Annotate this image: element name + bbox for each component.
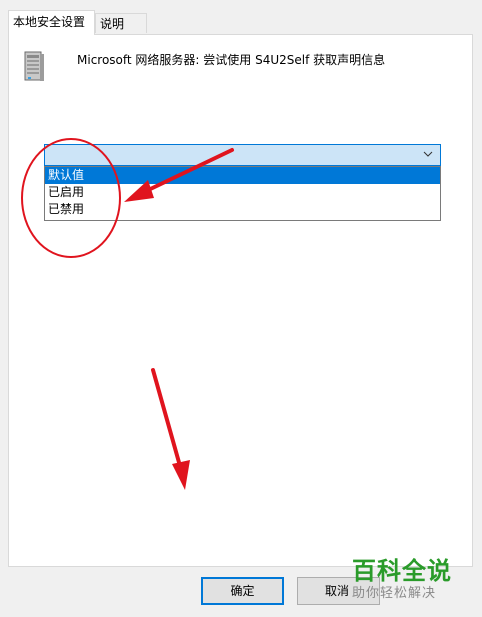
watermark: 百科全说 助你轻松解决 [352, 556, 472, 602]
server-icon [24, 51, 44, 81]
tab-explain[interactable]: 说明 [95, 13, 147, 33]
option-disabled[interactable]: 已禁用 [45, 201, 440, 218]
ok-button[interactable]: 确定 [201, 577, 284, 605]
watermark-title: 百科全说 [352, 557, 452, 585]
settings-panel: Microsoft 网络服务器: 尝试使用 S4U2Self 获取声明信息 默认… [8, 34, 473, 567]
watermark-subtitle: 助你轻松解决 [352, 586, 437, 601]
tab-local-security-setting[interactable]: 本地安全设置 [8, 10, 95, 35]
chevron-down-icon[interactable] [422, 148, 434, 160]
option-enabled[interactable]: 已启用 [45, 184, 440, 201]
option-default[interactable]: 默认值 [45, 167, 440, 184]
policy-title: Microsoft 网络服务器: 尝试使用 S4U2Self 获取声明信息 [77, 53, 386, 67]
setting-combo-box[interactable] [44, 144, 441, 166]
setting-dropdown-list: 默认值 已启用 已禁用 [44, 166, 441, 221]
